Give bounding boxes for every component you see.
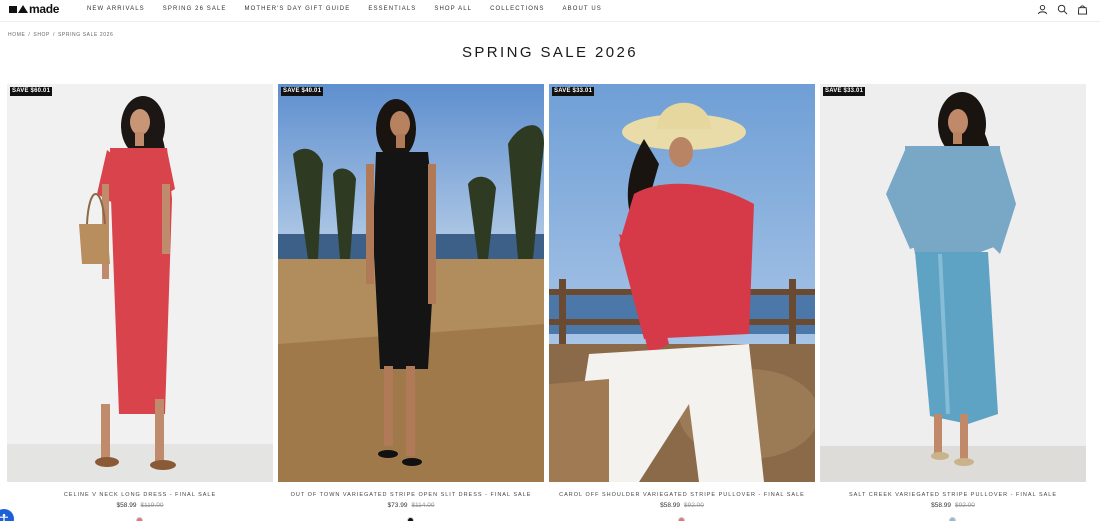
nav-spring-sale[interactable]: SPRING 26 SALE bbox=[163, 6, 227, 13]
product-name[interactable]: SALT CREEK VARIEGATED STRIPE PULLOVER - … bbox=[820, 492, 1086, 499]
discount-badge: SAVE $60.01 bbox=[10, 87, 53, 96]
original-price: $92.00 bbox=[955, 502, 975, 509]
product-name[interactable]: CELINE V NECK LONG DRESS - FINAL SALE bbox=[7, 492, 273, 499]
nav-essentials[interactable]: ESSENTIALS bbox=[368, 6, 416, 13]
site-logo[interactable]: made bbox=[9, 2, 59, 16]
color-swatch[interactable] bbox=[678, 517, 685, 521]
breadcrumb-shop[interactable]: SHOP bbox=[33, 32, 50, 38]
sale-price: $58.99 bbox=[116, 502, 137, 509]
search-icon[interactable] bbox=[1057, 4, 1068, 15]
original-price: $92.00 bbox=[684, 502, 704, 509]
product-price: $58.99 $92.00 bbox=[549, 502, 815, 510]
product-name[interactable]: OUT OF TOWN VARIEGATED STRIPE OPEN SLIT … bbox=[278, 492, 544, 499]
product-price: $58.99 $92.00 bbox=[820, 502, 1086, 510]
nav-shop-all[interactable]: SHOP ALL bbox=[434, 6, 472, 13]
sale-price: $58.99 bbox=[660, 502, 680, 509]
breadcrumb-home[interactable]: HOME bbox=[8, 32, 25, 38]
product-image[interactable]: SAVE $40.01 bbox=[278, 84, 544, 482]
nav-new-arrivals[interactable]: NEW ARRIVALS bbox=[87, 6, 145, 13]
logo-mark bbox=[9, 5, 17, 13]
header-icons bbox=[1037, 4, 1088, 15]
original-price: $114.00 bbox=[411, 502, 435, 509]
nav-collections[interactable]: COLLECTIONS bbox=[490, 6, 544, 13]
product-price: $73.99 $114.00 bbox=[278, 502, 544, 510]
main-nav: NEW ARRIVALS SPRING 26 SALE MOTHER'S DAY… bbox=[87, 6, 620, 13]
logo-text: made bbox=[29, 2, 60, 16]
product-image[interactable]: SAVE $33.01 bbox=[820, 84, 1086, 482]
discount-badge: SAVE $33.01 bbox=[823, 87, 866, 96]
nav-about-us[interactable]: ABOUT US bbox=[563, 6, 602, 13]
product-image[interactable]: SAVE $33.01 bbox=[549, 84, 815, 482]
breadcrumb-separator: / bbox=[52, 32, 55, 38]
discount-badge: SAVE $33.01 bbox=[552, 87, 595, 96]
sale-price: $73.99 bbox=[387, 502, 408, 509]
discount-badge: SAVE $40.01 bbox=[281, 87, 324, 96]
accessibility-button[interactable] bbox=[0, 509, 14, 521]
sale-price: $58.99 bbox=[931, 502, 951, 509]
breadcrumb: HOME / SHOP / SPRING SALE 2026 bbox=[8, 32, 113, 38]
product-price: $58.99 $119.00 bbox=[7, 502, 273, 510]
nav-mothers-day-gift-guide[interactable]: MOTHER'S DAY GIFT GUIDE bbox=[245, 6, 351, 13]
original-price: $119.00 bbox=[140, 502, 164, 509]
breadcrumb-separator: / bbox=[28, 32, 31, 38]
color-swatch[interactable] bbox=[949, 517, 956, 521]
logo-a-mark bbox=[18, 5, 28, 13]
breadcrumb-current: SPRING SALE 2026 bbox=[57, 32, 114, 38]
site-header: made NEW ARRIVALS SPRING 26 SALE MOTHER'… bbox=[0, 0, 1100, 22]
accessibility-icon bbox=[0, 513, 8, 521]
color-swatch[interactable] bbox=[136, 517, 143, 521]
product-image[interactable]: SAVE $60.01 bbox=[7, 84, 273, 482]
page-title: SPRING SALE 2026 bbox=[462, 44, 638, 61]
color-swatch[interactable] bbox=[407, 517, 414, 521]
account-icon[interactable] bbox=[1037, 4, 1048, 15]
cart-icon[interactable] bbox=[1077, 4, 1088, 15]
product-name[interactable]: CAROL OFF SHOULDER VARIEGATED STRIPE PUL… bbox=[549, 492, 815, 499]
